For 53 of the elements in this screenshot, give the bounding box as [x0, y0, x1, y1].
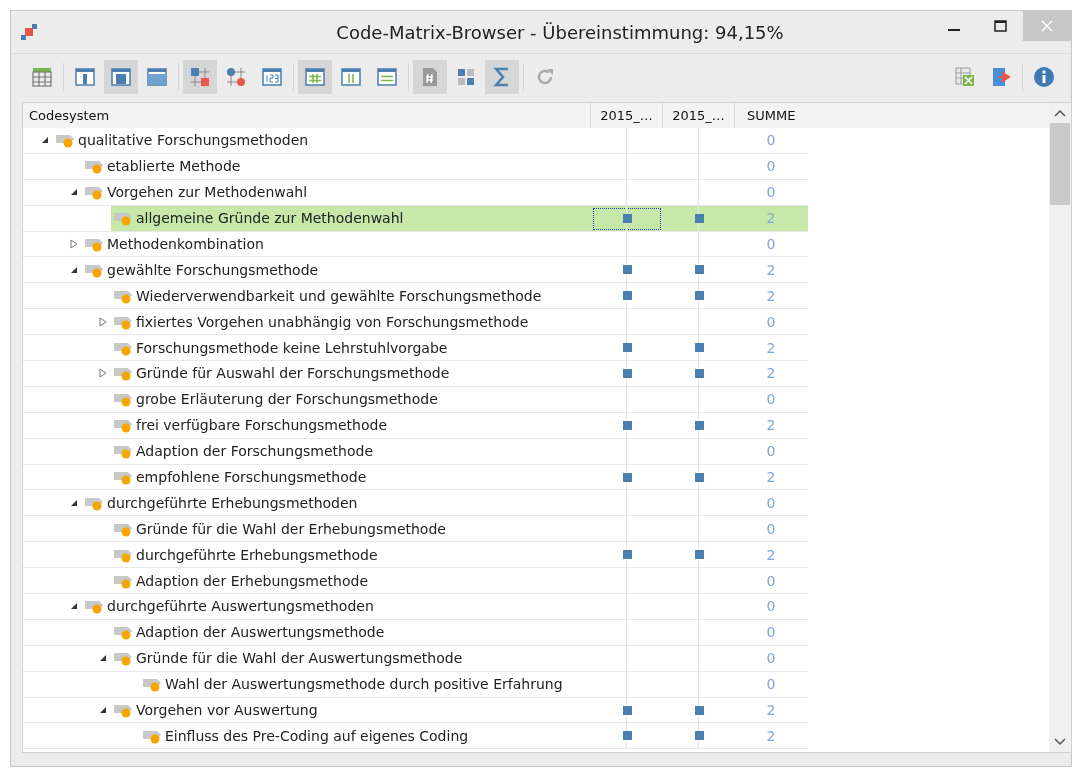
tree-item[interactable]: Vorgehen zur Methodenwahl: [82, 179, 591, 205]
sum-value: 0: [766, 624, 776, 641]
tree-item[interactable]: gewählte Forschungsmethode: [82, 257, 591, 283]
window-title: Code-Matrix-Browser - Übereinstimmung: 94,15%: [335, 21, 785, 43]
tree-item[interactable]: allgemeine Gründe zur Methodenwahl: [111, 205, 591, 231]
tree-item[interactable]: Wiederverwendbarkeit und gewählte Forschungsmethode: [111, 283, 591, 309]
tree-item[interactable]: etablierte Methode: [82, 153, 591, 179]
sum-value: 0: [766, 132, 776, 149]
tree-item[interactable]: Adaption der Auswertungsmethode: [111, 619, 591, 645]
sum-value: 0: [766, 158, 776, 175]
sum-value: 0: [766, 391, 776, 408]
sum-value: 0: [766, 184, 776, 201]
tree-item[interactable]: empfohlene Forschungsmethode: [111, 464, 591, 490]
sum-value: 2: [766, 727, 776, 744]
sum-value: 2: [766, 546, 776, 563]
tree-item[interactable]: Einfluss des Pre-Coding auf eigenes Coding: [140, 723, 591, 749]
sum-value: 0: [766, 598, 776, 615]
tree-item[interactable]: grobe Erläuterung der Forschungsmethode: [111, 386, 591, 412]
column-header[interactable]: 2015_…: [663, 103, 735, 128]
sum-value: 2: [766, 417, 776, 434]
column-header[interactable]: SUMME: [735, 103, 808, 128]
tree-item[interactable]: Forschungsmethode keine Lehrstuhlvorgabe: [111, 335, 591, 360]
tree-item[interactable]: Wahl der Auswertungsmethode durch positive Erfahrung: [140, 671, 591, 697]
sum-value: 2: [766, 287, 776, 304]
tree-item[interactable]: Gründe für die Wahl der Erhebungsmethode: [111, 516, 591, 542]
sum-value: 0: [766, 650, 776, 667]
tree-item[interactable]: durchgeführte Erhebungsmethoden: [82, 490, 591, 516]
sum-value: 2: [766, 365, 776, 382]
tree-item[interactable]: Adaption der Forschungsmethode: [111, 438, 591, 464]
sum-value: 0: [766, 313, 776, 330]
sum-value: 2: [766, 261, 776, 278]
tree-item[interactable]: Gründe für Auswahl der Forschungsmethode: [111, 361, 591, 386]
tree-item[interactable]: durchgeführte Auswertungsmethoden: [82, 594, 591, 619]
sum-value: 0: [766, 494, 776, 511]
sum-value: 2: [766, 210, 776, 227]
sum-value: 2: [766, 469, 776, 485]
tree-item[interactable]: fixiertes Vorgehen unabhängig von Forschungsmethode: [111, 309, 591, 335]
column-header[interactable]: 2015_…: [591, 103, 663, 128]
sum-value: 2: [766, 702, 776, 719]
sum-value: 0: [766, 443, 776, 460]
tree-item[interactable]: Methodenkombination: [82, 231, 591, 257]
tree-item[interactable]: qualitative Forschungsmethoden: [53, 128, 591, 153]
sum-value: 2: [766, 339, 776, 356]
tree-item[interactable]: Gründe für die Wahl der Auswertungsmethode: [111, 645, 591, 671]
tree-item[interactable]: frei verfügbare Forschungsmethode: [111, 412, 591, 438]
sum-value: 0: [766, 572, 776, 589]
tree-item[interactable]: Vorgehen vor Auswertung: [111, 697, 591, 723]
column-header[interactable]: Codesystem: [23, 103, 591, 128]
sum-value: 0: [766, 236, 776, 252]
sum-value: 0: [766, 520, 776, 537]
tree-item[interactable]: durchgeführte Erhebungsmethode: [111, 542, 591, 568]
tree-item[interactable]: Adaption der Erhebungsmethode: [111, 568, 591, 594]
sum-value: 0: [766, 676, 776, 693]
